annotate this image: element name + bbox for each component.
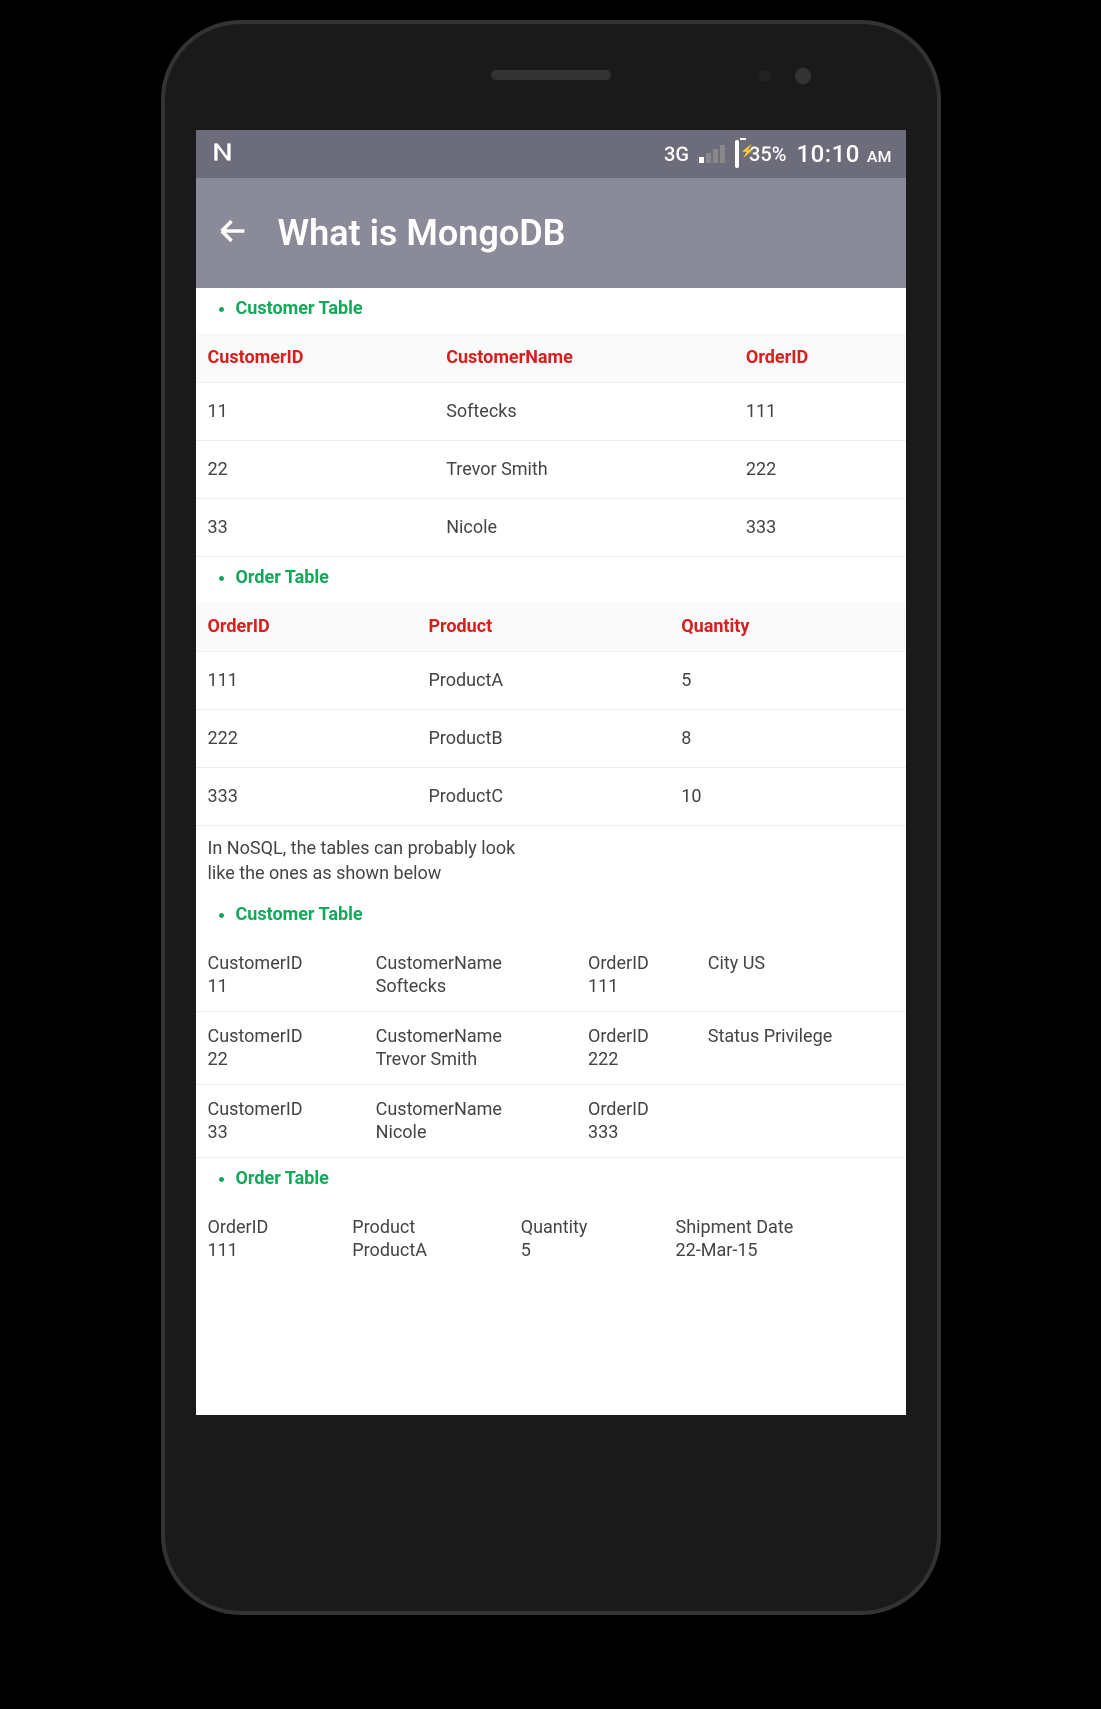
table-row: 333ProductC10 — [196, 768, 906, 826]
section-heading-order-table: Order Table — [236, 561, 906, 594]
section-heading-customer-table-nosql: Customer Table — [236, 898, 906, 931]
kv-value: 333 — [576, 1122, 696, 1158]
table-row: CustomerIDCustomerNameOrderIDStatus Priv… — [196, 1012, 906, 1050]
table-cell: 8 — [669, 710, 905, 768]
kv-label: CustomerID — [196, 1012, 364, 1050]
kv-value: Nicole — [364, 1122, 576, 1158]
android-n-icon — [210, 139, 236, 170]
kv-label: CustomerName — [364, 1085, 576, 1123]
table-cell: 333 — [196, 768, 417, 826]
kv-label: Quantity — [509, 1203, 664, 1240]
kv-value: Softecks — [364, 976, 576, 1012]
table-cell: ProductC — [416, 768, 669, 826]
extra-column: Status Privilege — [696, 1012, 906, 1085]
col-order-id: OrderID — [196, 602, 417, 652]
battery-icon: ⚡ — [735, 142, 739, 166]
kv-label: OrderID — [576, 1085, 696, 1123]
table-row: CustomerIDCustomerNameOrderIDCity US — [196, 939, 906, 976]
table-row: 22Trevor Smith222 — [196, 441, 906, 499]
content-area[interactable]: Customer Table CustomerID CustomerName O… — [196, 292, 906, 1415]
kv-value: Trevor Smith — [364, 1049, 576, 1085]
table-row: 11Softecks111 — [196, 383, 906, 441]
extra-column — [696, 1085, 906, 1158]
page-title: What is MongoDB — [278, 212, 566, 254]
section-heading-customer-table: Customer Table — [236, 292, 906, 325]
nosql-note: In NoSQL, the tables can probably look l… — [196, 826, 536, 894]
phone-screen: 3G ⚡ 35% 10:10 AM What is MongoDB Custom — [196, 130, 906, 1415]
table-cell: ProductA — [416, 652, 669, 710]
customer-table: CustomerID CustomerName OrderID 11Softec… — [196, 333, 906, 557]
kv-value: 22 — [196, 1049, 364, 1085]
table-row: 222ProductB8 — [196, 710, 906, 768]
col-order-id: OrderID — [734, 333, 906, 383]
order-table-nosql: OrderIDProductQuantityShipment Date111Pr… — [196, 1203, 906, 1275]
kv-value: 22-Mar-15 — [664, 1240, 906, 1275]
network-type: 3G — [664, 142, 689, 166]
customer-table-nosql: CustomerIDCustomerNameOrderIDCity US11So… — [196, 939, 906, 1158]
table-cell: ProductB — [416, 710, 669, 768]
table-cell: 11 — [196, 383, 435, 441]
table-row: CustomerIDCustomerNameOrderID — [196, 1085, 906, 1123]
kv-value: 33 — [196, 1122, 364, 1158]
clock-ampm: AM — [867, 147, 892, 166]
back-button[interactable] — [216, 214, 250, 252]
kv-label: CustomerName — [364, 1012, 576, 1050]
kv-label: OrderID — [576, 1012, 696, 1050]
kv-label: CustomerID — [196, 1085, 364, 1123]
col-product: Product — [416, 602, 669, 652]
kv-label: Product — [340, 1203, 508, 1240]
app-bar: What is MongoDB — [196, 178, 906, 288]
kv-value: 111 — [196, 1240, 341, 1275]
status-bar: 3G ⚡ 35% 10:10 AM — [196, 130, 906, 178]
kv-label: CustomerID — [196, 939, 364, 976]
table-cell: 111 — [196, 652, 417, 710]
table-cell: 22 — [196, 441, 435, 499]
kv-label: OrderID — [196, 1203, 341, 1240]
order-table: OrderID Product Quantity 111ProductA5222… — [196, 602, 906, 826]
table-cell: 5 — [669, 652, 905, 710]
table-row: 111ProductA5 — [196, 652, 906, 710]
table-cell: 33 — [196, 499, 435, 557]
kv-label: OrderID — [576, 939, 696, 976]
kv-value: 111 — [576, 976, 696, 1012]
col-customer-name: CustomerName — [434, 333, 734, 383]
col-quantity: Quantity — [669, 602, 905, 652]
table-cell: Nicole — [434, 499, 734, 557]
kv-label: CustomerName — [364, 939, 576, 976]
table-row: OrderIDProductQuantityShipment Date — [196, 1203, 906, 1240]
kv-value: 5 — [509, 1240, 664, 1275]
table-cell: 333 — [734, 499, 906, 557]
extra-column: City US — [696, 939, 906, 1012]
col-customer-id: CustomerID — [196, 333, 435, 383]
table-cell: 222 — [196, 710, 417, 768]
kv-value: 11 — [196, 976, 364, 1012]
table-row: 33Nicole333 — [196, 499, 906, 557]
table-row: 111ProductA522-Mar-15 — [196, 1240, 906, 1275]
table-cell: 222 — [734, 441, 906, 499]
kv-value: 222 — [576, 1049, 696, 1085]
clock-time: 10:10 — [797, 140, 860, 168]
signal-icon — [699, 145, 725, 163]
kv-value: ProductA — [340, 1240, 508, 1275]
kv-label: Shipment Date — [664, 1203, 906, 1240]
section-heading-order-table-nosql: Order Table — [236, 1162, 906, 1195]
table-cell: Trevor Smith — [434, 441, 734, 499]
table-cell: Softecks — [434, 383, 734, 441]
table-cell: 10 — [669, 768, 905, 826]
table-cell: 111 — [734, 383, 906, 441]
